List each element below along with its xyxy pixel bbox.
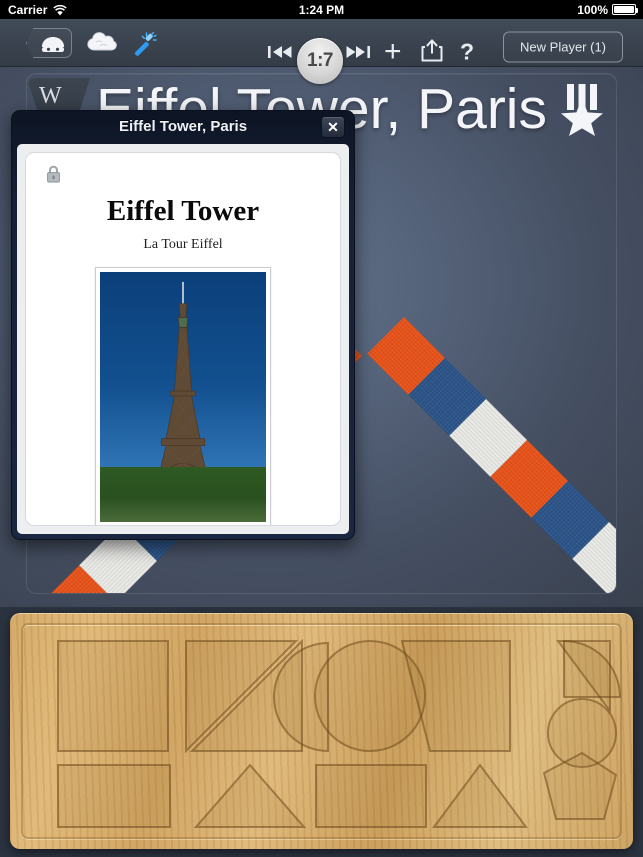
turn-indicator-badge[interactable]: 1:7 [297, 38, 343, 84]
article-photo-frame [95, 267, 271, 525]
slot-trapezoid [400, 640, 511, 752]
app-screen: Carrier 1:24 PM 100% 1:7 + ? New Player … [0, 0, 643, 857]
tricolor-ribbon-right [367, 317, 616, 593]
status-bar-right: 100% [577, 2, 638, 17]
back-button[interactable] [26, 28, 72, 58]
help-button[interactable]: ? [460, 40, 474, 64]
new-player-label: New Player (1) [520, 39, 606, 55]
skip-previous-icon[interactable] [268, 45, 292, 59]
status-bar-time: 1:24 PM [298, 2, 345, 17]
modal-title: Eiffel Tower, Paris [118, 118, 248, 135]
modal-body: Eiffel Tower La Tour Eiffel [17, 144, 349, 534]
info-modal: Eiffel Tower, Paris ✕ Eiffel Tower La To… [11, 110, 355, 540]
slot-rectangle [315, 764, 427, 828]
eiffel-tower-photo [100, 272, 266, 522]
main-toolbar: 1:7 + ? New Player (1) [0, 19, 643, 84]
slot-pentagon [542, 751, 618, 820]
shape-tray[interactable] [10, 613, 633, 849]
close-icon[interactable]: ✕ [321, 116, 345, 138]
skip-next-icon[interactable] [346, 45, 370, 59]
slot-square-2 [57, 764, 171, 828]
cloud-icon[interactable] [87, 31, 117, 52]
turn-indicator-label: 1:7 [307, 50, 333, 71]
slot-triangle-3 [432, 763, 528, 828]
magic-wand-icon[interactable] [131, 31, 157, 57]
article-title: Eiffel Tower [106, 195, 260, 227]
modal-titlebar: Eiffel Tower, Paris ✕ [12, 111, 354, 143]
article-card: Eiffel Tower La Tour Eiffel [25, 152, 341, 526]
battery-icon [612, 4, 638, 15]
lock-icon [46, 165, 61, 183]
photo-trees [100, 467, 266, 522]
status-bar: Carrier 1:24 PM 100% [0, 0, 643, 19]
wikipedia-logo-label: W [39, 83, 62, 109]
add-button[interactable]: + [384, 37, 402, 67]
battery-percent-label: 100% [577, 2, 608, 17]
new-player-button[interactable]: New Player (1) [503, 31, 623, 63]
mushroom-icon [41, 37, 65, 52]
share-icon[interactable] [421, 38, 443, 62]
slot-quarter-circle [563, 639, 622, 698]
article-subtitle: La Tour Eiffel [143, 237, 223, 252]
tray-shape-slots [57, 638, 622, 828]
slot-square [57, 640, 169, 752]
medal-star-icon [558, 84, 606, 136]
